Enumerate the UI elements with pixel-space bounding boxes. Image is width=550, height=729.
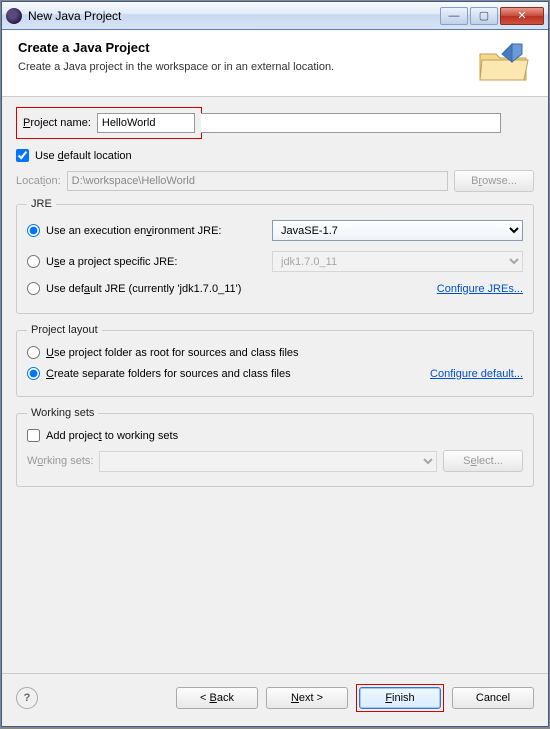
use-default-location-checkbox[interactable] (16, 149, 29, 162)
working-sets-label: Working sets: (27, 455, 93, 467)
finish-highlight: Finish (356, 684, 444, 712)
project-layout-group: Project layout Use project folder as roo… (16, 324, 534, 397)
configure-jres-link[interactable]: Configure JREs... (437, 283, 523, 295)
jre-group: JRE Use an execution environment JRE: Ja… (16, 198, 534, 314)
add-to-working-sets-label: Add project to working sets (46, 430, 178, 442)
layout-separate-label: Create separate folders for sources and … (46, 368, 424, 380)
header-subtitle: Create a Java project in the workspace o… (18, 61, 476, 73)
default-jre-label: Use default JRE (currently 'jdk1.7.0_11'… (46, 283, 431, 295)
dialog-window: New Java Project — ▢ ✕ Create a Java Pro… (1, 1, 549, 727)
browse-button: Browse... (454, 170, 534, 192)
exec-env-label: Use an execution environment JRE: (46, 225, 266, 237)
use-default-location-row: Use default location (16, 149, 534, 162)
eclipse-icon (6, 8, 22, 24)
working-sets-select (99, 451, 437, 472)
close-button[interactable]: ✕ (500, 7, 544, 25)
exec-env-select[interactable]: JavaSE-1.7 (272, 220, 523, 241)
working-sets-legend: Working sets (27, 407, 98, 419)
use-default-location-label: Use default location (35, 150, 132, 162)
project-name-row: Project name: (16, 107, 534, 139)
header-title: Create a Java Project (18, 40, 476, 55)
add-to-working-sets-checkbox[interactable] (27, 429, 40, 442)
project-name-label: Project name: (23, 117, 91, 129)
finish-button[interactable]: Finish (359, 687, 441, 709)
project-jre-select: jdk1.7.0_11 (272, 251, 523, 272)
wizard-footer: ? < Back Next > Finish Cancel (2, 673, 548, 726)
window-title: New Java Project (28, 9, 440, 23)
layout-root-label: Use project folder as root for sources a… (46, 347, 299, 359)
help-icon[interactable]: ? (16, 687, 38, 709)
next-button[interactable]: Next > (266, 687, 348, 709)
location-label: Location: (16, 175, 61, 187)
maximize-button[interactable]: ▢ (470, 7, 498, 25)
default-jre-radio[interactable] (27, 282, 40, 295)
project-name-input[interactable] (97, 113, 195, 133)
jre-legend: JRE (27, 198, 56, 210)
minimize-button[interactable]: — (440, 7, 468, 25)
project-jre-radio[interactable] (27, 255, 40, 268)
wizard-header: Create a Java Project Create a Java proj… (2, 30, 548, 97)
cancel-button[interactable]: Cancel (452, 687, 534, 709)
back-button[interactable]: < Back (176, 687, 258, 709)
titlebar[interactable]: New Java Project — ▢ ✕ (2, 2, 548, 30)
configure-default-link[interactable]: Configure default... (430, 368, 523, 380)
working-sets-group: Working sets Add project to working sets… (16, 407, 534, 487)
select-working-sets-button: Select... (443, 450, 523, 472)
exec-env-radio[interactable] (27, 224, 40, 237)
layout-separate-radio[interactable] (27, 367, 40, 380)
java-project-icon (476, 40, 532, 84)
location-input (67, 171, 448, 191)
project-layout-legend: Project layout (27, 324, 102, 336)
project-jre-label: Use a project specific JRE: (46, 256, 266, 268)
layout-root-radio[interactable] (27, 346, 40, 359)
project-name-input-ext[interactable] (201, 113, 501, 133)
